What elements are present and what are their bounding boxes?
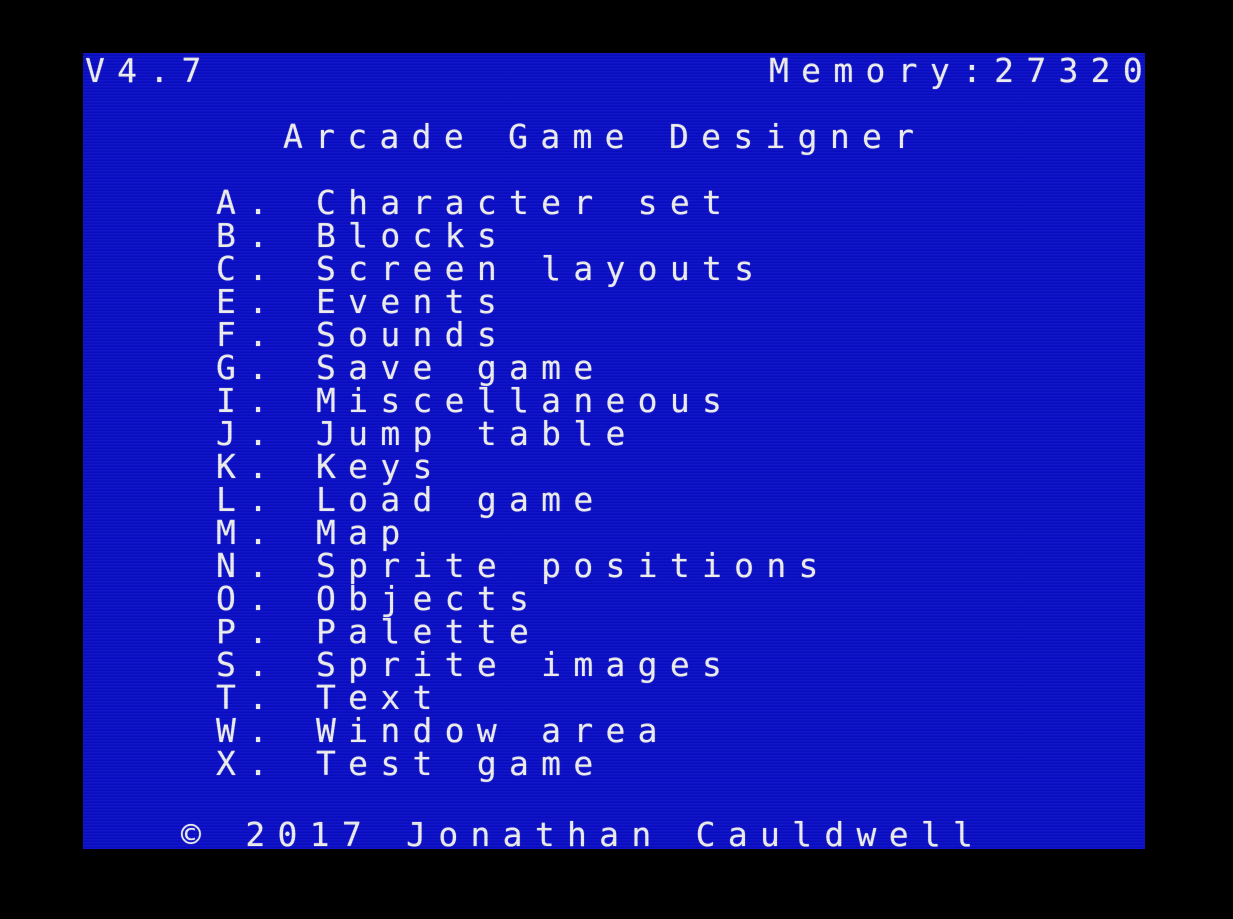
menu-item-key: W. [216, 711, 281, 750]
menu-item-key: K. [216, 447, 281, 486]
menu-item-key: E. [216, 282, 281, 321]
menu-item-label: Window area [316, 711, 670, 750]
menu-item-label: Save game [316, 348, 606, 387]
menu-item-label: Screen layouts [316, 249, 767, 288]
menu-item-label: Blocks [316, 216, 510, 255]
menu-item-label: Sprite images [316, 645, 735, 684]
menu-item-label: Map [316, 513, 413, 552]
memory-readout: Memory:27320 [768, 53, 1145, 90]
menu-item-label: Palette [316, 612, 542, 651]
menu-item-key: G. [216, 348, 281, 387]
menu-item-label: Events [316, 282, 510, 321]
menu-item-key: T. [216, 678, 281, 717]
menu-item-label: Objects [316, 579, 542, 618]
menu-item-label: Jump table [316, 414, 638, 453]
menu-item-label: Miscellaneous [316, 381, 735, 420]
menu-item-key: B. [216, 216, 281, 255]
copyright-notice: © 2017 Jonathan Cauldwell [181, 815, 986, 849]
menu-item-key: J. [216, 414, 281, 453]
app-title: Arcade Game Designer [283, 117, 927, 156]
menu-item-label: Load game [316, 480, 606, 519]
menu-item-key: A. [216, 183, 281, 222]
menu-item-key: S. [216, 645, 281, 684]
menu-item-label: Character set [316, 183, 735, 222]
emulator-screen: V4.7 Memory:27320 Arcade Game Designer A… [83, 53, 1145, 849]
menu-item-key: I. [216, 381, 281, 420]
menu-item-key: M. [216, 513, 281, 552]
menu-item-label: Sounds [316, 315, 510, 354]
menu-item-key: X. [216, 744, 281, 783]
menu-item-key: C. [216, 249, 281, 288]
menu-item-label: Test game [316, 744, 606, 783]
menu-item-key: N. [216, 546, 281, 585]
menu-item-label: Keys [316, 447, 445, 486]
menu-item-label: Text [316, 678, 445, 717]
menu-item-key: P. [216, 612, 281, 651]
menu-item-label: Sprite positions [316, 546, 831, 585]
menu-item-key: L. [216, 480, 281, 519]
version-label: V4.7 [85, 53, 214, 90]
menu-item-key: O. [216, 579, 281, 618]
menu-item-key: F. [216, 315, 281, 354]
